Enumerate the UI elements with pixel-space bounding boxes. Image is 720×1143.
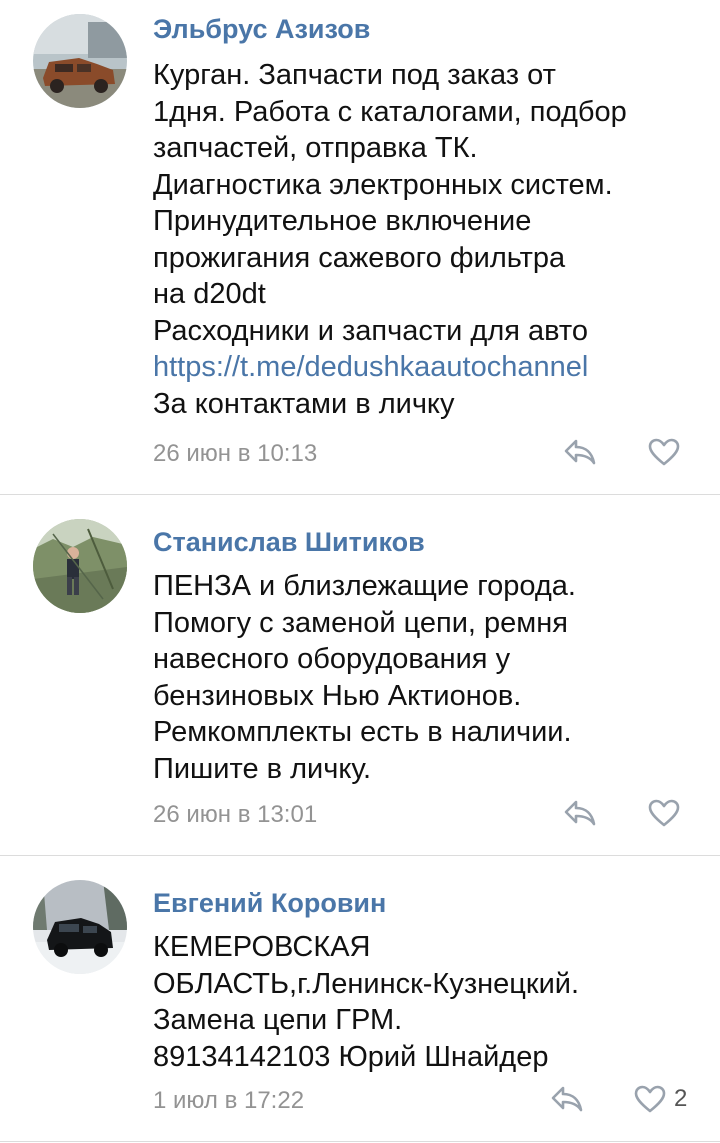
heart-icon [648, 799, 680, 827]
comment-timestamp: 1 июл в 17:22 [153, 1087, 305, 1114]
reply-icon [551, 1086, 583, 1112]
comment-text-line: на d20dt [153, 278, 266, 310]
avatar[interactable] [33, 880, 127, 974]
comment-text-line: Диагностика электронных систем. [153, 168, 613, 201]
avatar-person-outdoor-photo [33, 519, 127, 613]
like-button[interactable]: 2 [634, 1085, 687, 1113]
comment-text-line: Пишите в личку. [153, 752, 372, 785]
reply-icon [564, 800, 596, 826]
comment-author-name[interactable]: Евгений Коровин [153, 888, 386, 918]
reply-button[interactable] [563, 438, 597, 466]
like-button[interactable] [648, 799, 680, 827]
comment-text-line: 89134142103 Юрий Шнайдер [153, 1040, 549, 1073]
comment-text: ПЕНЗА и близлежащие города. Помогу с зам… [153, 568, 693, 787]
avatar-black-suv-photo [33, 880, 127, 974]
divider [0, 1141, 720, 1142]
avatar[interactable] [33, 14, 127, 108]
comment-item: Евгений Коровин КЕМЕРОВСКАЯ ОБЛАСТЬ,г.Ле… [0, 856, 720, 1143]
reply-button[interactable] [563, 799, 597, 827]
comment-timestamp: 26 июн в 10:13 [153, 440, 318, 467]
telegram-link[interactable]: https://t.me/dedushkaautochannel [153, 349, 693, 386]
avatar[interactable] [33, 519, 127, 613]
reply-button[interactable] [550, 1085, 584, 1113]
like-count: 2 [674, 1085, 688, 1112]
heart-icon [634, 1085, 666, 1113]
comment-author-name[interactable]: Станислав Шитиков [153, 527, 425, 557]
heart-icon [648, 438, 680, 466]
comment-text-line: Замена цепи ГРМ. [153, 1004, 403, 1036]
comment-text-line: Помогу с заменой цепи, ремня [153, 606, 568, 639]
comment-text-line: Курган. Запчасти под заказ от [153, 59, 556, 91]
comment-text-line: бензиновых Нью Актионов. [153, 679, 522, 712]
comment-text-line: ОБЛАСТЬ,г.Ленинск-Кузнецкий. [153, 967, 580, 1000]
comment-text-line: Принудительное включение [153, 205, 532, 237]
avatar-rusty-car-photo [33, 14, 127, 108]
comment-author-name[interactable]: Эльбрус Азизов [153, 14, 370, 44]
like-button[interactable] [648, 438, 680, 466]
comment-text-line: запчастей, отправка ТК. [153, 132, 478, 164]
comment-timestamp: 26 июн в 13:01 [153, 801, 318, 828]
comment-text-line: навесного оборудования у [153, 643, 511, 675]
comment-text-line: Расходники и запчасти для авто [153, 314, 588, 347]
comment-item: Эльбрус Азизов Курган. Запчасти под зака… [0, 0, 720, 495]
comment-text-line: ПЕНЗА и близлежащие города. [153, 570, 576, 602]
comment-text: Курган. Запчасти под заказ от 1дня. Рабо… [153, 57, 693, 422]
reply-icon [564, 439, 596, 465]
comment-text-line: прожигания сажевого фильтра [153, 241, 566, 274]
comment-item: Станислав Шитиков ПЕНЗА и близлежащие го… [0, 495, 720, 855]
comment-text-line: КЕМЕРОВСКАЯ [153, 931, 371, 963]
comment-text-line: Ремкомплекты есть в наличии. [153, 716, 572, 748]
comment-text-line: За контактами в личку [153, 387, 455, 420]
comment-text: КЕМЕРОВСКАЯ ОБЛАСТЬ,г.Ленинск-Кузнецкий.… [153, 929, 693, 1075]
comment-text-line: 1дня. Работа с каталогами, подбор [153, 95, 627, 128]
